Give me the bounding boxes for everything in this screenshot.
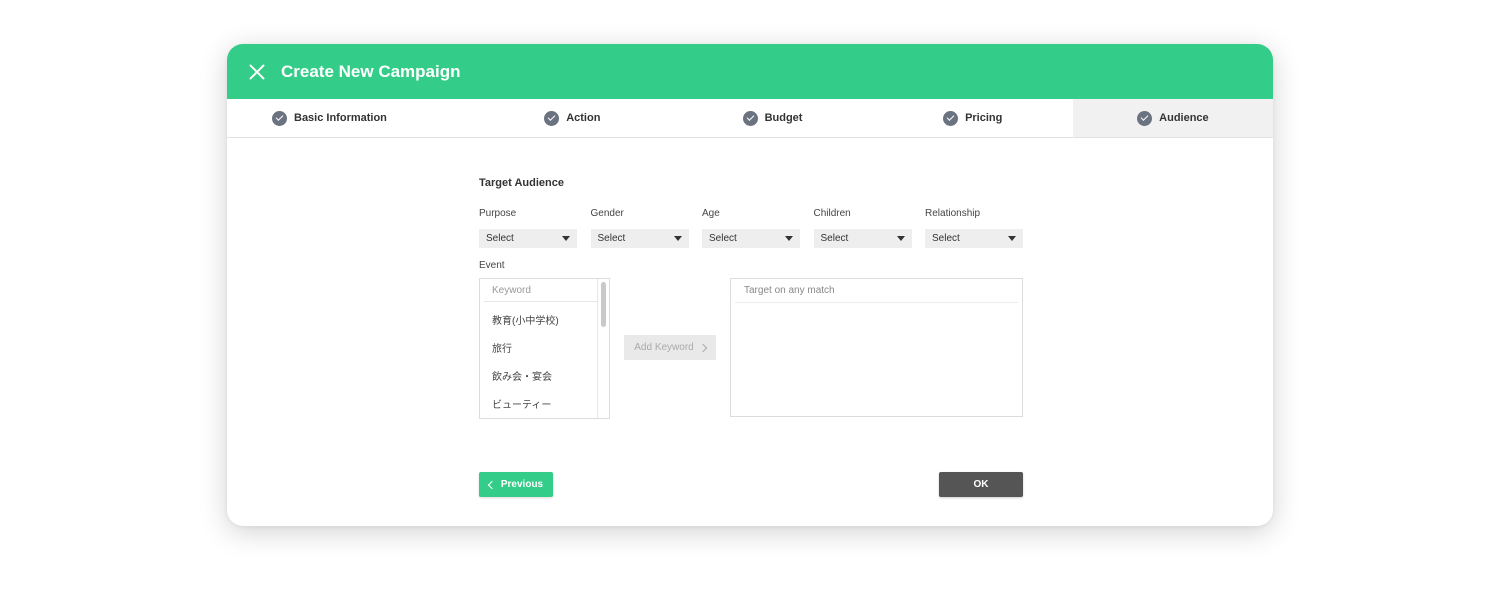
target-keywords-box[interactable]: Target on any match <box>730 278 1023 417</box>
caret-down-icon <box>785 236 793 241</box>
step-label: Pricing <box>965 112 1003 124</box>
check-circle-icon <box>742 110 758 126</box>
select-value: Select <box>486 233 514 244</box>
check-circle-icon <box>272 110 287 126</box>
section-title: Target Audience <box>479 177 564 189</box>
audience-form: Target Audience Purpose Select Gender Se… <box>479 177 1024 438</box>
scrollbar-thumb[interactable] <box>601 282 606 327</box>
field-label: Children <box>813 208 851 219</box>
select-value: Select <box>709 233 737 244</box>
step-label: Basic Information <box>294 112 387 124</box>
step-label: Audience <box>1159 112 1209 124</box>
chevron-right-icon <box>698 343 707 352</box>
children-select[interactable]: Select <box>813 229 912 248</box>
keyword-item[interactable]: 旅行 <box>480 333 609 361</box>
gender-select[interactable]: Select <box>590 229 689 248</box>
caret-down-icon <box>896 236 905 241</box>
caret-down-icon <box>673 236 682 241</box>
field-label: Purpose <box>479 208 517 219</box>
purpose-select[interactable]: Select <box>479 229 577 248</box>
field-label: Gender <box>590 208 624 219</box>
caret-down-icon <box>1008 236 1016 241</box>
target-match-header: Target on any match <box>735 279 1018 303</box>
check-circle-icon <box>943 110 959 126</box>
field-label: Relationship <box>925 208 981 219</box>
chevron-left-icon <box>487 480 497 489</box>
previous-button[interactable]: Previous <box>479 472 553 497</box>
check-circle-icon <box>1137 110 1153 126</box>
event-area: Keyword 教育(小中学校) 旅行 飲み会・宴会 ビューティー Add Ke… <box>479 278 1024 438</box>
dialog-header: Create New Campaign <box>227 44 1273 99</box>
step-budget[interactable]: Budget <box>672 99 872 137</box>
age-select[interactable]: Select <box>702 229 800 248</box>
close-icon[interactable] <box>249 64 265 80</box>
previous-label: Previous <box>500 479 544 490</box>
relationship-select[interactable]: Select <box>925 229 1023 248</box>
wizard-steps: Basic Information Action Budget Pricing … <box>227 99 1273 138</box>
select-value: Select <box>597 233 626 244</box>
audience-fields: Purpose Select Gender Select Age Select … <box>479 208 1024 248</box>
ok-label: OK <box>973 479 989 490</box>
field-children: Children Select <box>813 208 912 248</box>
caret-down-icon <box>562 236 570 241</box>
step-basic-information[interactable]: Basic Information <box>227 99 472 137</box>
field-relationship: Relationship Select <box>925 208 1023 248</box>
ok-button[interactable]: OK <box>939 472 1023 497</box>
step-action[interactable]: Action <box>472 99 672 137</box>
step-pricing[interactable]: Pricing <box>873 99 1073 137</box>
dialog-title: Create New Campaign <box>281 61 461 81</box>
field-age: Age Select <box>702 208 800 248</box>
field-gender: Gender Select <box>590 208 689 248</box>
keyword-item[interactable]: ビューティー <box>480 389 609 417</box>
field-purpose: Purpose Select <box>479 208 577 248</box>
step-label: Action <box>566 112 601 124</box>
event-label: Event <box>479 260 505 271</box>
step-label: Budget <box>764 112 803 124</box>
keyword-item[interactable]: 飲み会・宴会 <box>480 361 609 389</box>
keyword-item[interactable]: 教育(小中学校) <box>480 305 609 333</box>
select-value: Select <box>820 233 849 244</box>
keyword-search-input[interactable]: Keyword <box>484 279 597 302</box>
keyword-list: Keyword 教育(小中学校) 旅行 飲み会・宴会 ビューティー <box>479 278 610 419</box>
field-label: Age <box>702 208 720 219</box>
select-value: Select <box>932 233 960 244</box>
check-circle-icon <box>544 110 560 126</box>
add-keyword-label: Add Keyword <box>634 342 694 353</box>
add-keyword-button[interactable]: Add Keyword <box>624 335 716 360</box>
keyword-scrollbar[interactable] <box>597 279 609 418</box>
step-audience[interactable]: Audience <box>1072 99 1273 137</box>
